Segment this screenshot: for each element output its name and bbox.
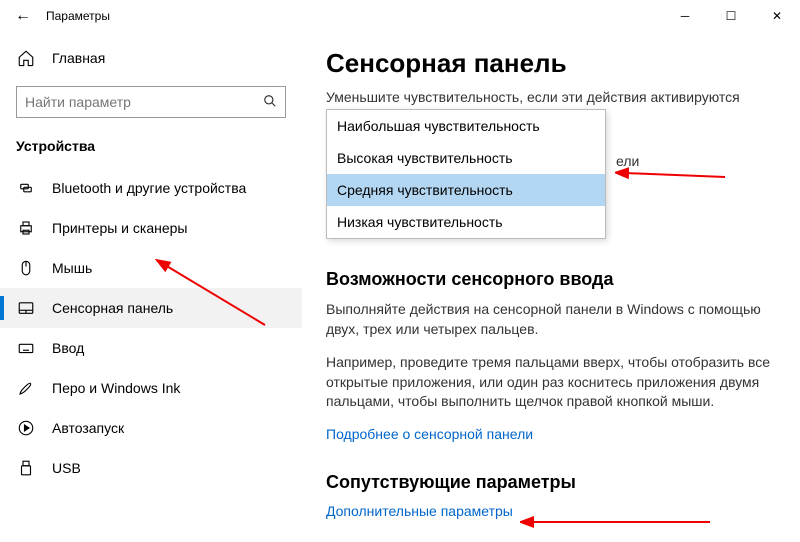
close-button[interactable]: ✕ bbox=[754, 0, 800, 32]
usb-icon bbox=[16, 459, 36, 477]
back-button[interactable]: ← bbox=[8, 7, 38, 25]
nav-typing[interactable]: Ввод bbox=[0, 328, 302, 368]
home-link[interactable]: Главная bbox=[0, 40, 302, 76]
sensitivity-desc: Уменьшите чувствительность, если эти дей… bbox=[326, 89, 780, 105]
nav-list: Bluetooth и другие устройства Принтеры и… bbox=[0, 168, 302, 542]
learn-more-link[interactable]: Подробнее о сенсорной панели bbox=[326, 426, 780, 442]
nav-label: Сенсорная панель bbox=[52, 300, 173, 316]
nav-label: USB bbox=[52, 460, 81, 476]
home-label: Главная bbox=[52, 50, 105, 66]
dropdown-option-selected[interactable]: Средняя чувствительность bbox=[327, 174, 605, 206]
nav-label: Мышь bbox=[52, 260, 92, 276]
section-heading-related: Сопутствующие параметры bbox=[326, 472, 780, 493]
printer-icon bbox=[16, 219, 36, 237]
sidebar: Главная Устройства Bluetooth и другие ус… bbox=[0, 32, 302, 542]
section-heading-gestures: Возможности сенсорного ввода bbox=[326, 269, 780, 290]
pen-icon bbox=[16, 379, 36, 397]
bluetooth-icon bbox=[16, 179, 36, 197]
window-title: Параметры bbox=[38, 9, 110, 23]
autoplay-icon bbox=[16, 419, 36, 437]
page-heading: Сенсорная панель bbox=[326, 48, 780, 79]
gestures-para1: Выполняйте действия на сенсорной панели … bbox=[326, 300, 780, 339]
search-input[interactable] bbox=[25, 94, 263, 110]
search-box[interactable] bbox=[16, 86, 286, 118]
dropdown-option[interactable]: Низкая чувствительность bbox=[327, 206, 605, 238]
home-icon bbox=[16, 49, 36, 67]
nav-autoplay[interactable]: Автозапуск bbox=[0, 408, 302, 448]
titlebar: ← Параметры ─ ☐ ✕ bbox=[0, 0, 800, 32]
minimize-button[interactable]: ─ bbox=[662, 0, 708, 32]
nav-label: Ввод bbox=[52, 340, 84, 356]
search-icon bbox=[263, 94, 277, 111]
mouse-icon bbox=[16, 259, 36, 277]
nav-label: Bluetooth и другие устройства bbox=[52, 180, 246, 196]
obscured-text: ели bbox=[616, 153, 639, 169]
nav-pen[interactable]: Перо и Windows Ink bbox=[0, 368, 302, 408]
content-area: Сенсорная панель Уменьшите чувствительно… bbox=[302, 32, 800, 542]
dropdown-option[interactable]: Высокая чувствительность bbox=[327, 142, 605, 174]
nav-mouse[interactable]: Мышь bbox=[0, 248, 302, 288]
nav-label: Перо и Windows Ink bbox=[52, 380, 180, 396]
nav-touchpad[interactable]: Сенсорная панель bbox=[0, 288, 302, 328]
additional-params-link[interactable]: Дополнительные параметры bbox=[326, 503, 780, 519]
nav-label: Автозапуск bbox=[52, 420, 124, 436]
nav-bluetooth[interactable]: Bluetooth и другие устройства bbox=[0, 168, 302, 208]
gestures-para2: Например, проведите тремя пальцами вверх… bbox=[326, 353, 780, 412]
keyboard-icon bbox=[16, 339, 36, 357]
nav-usb[interactable]: USB bbox=[0, 448, 302, 488]
maximize-button[interactable]: ☐ bbox=[708, 0, 754, 32]
dropdown-option[interactable]: Наибольшая чувствительность bbox=[327, 110, 605, 142]
category-heading: Устройства bbox=[0, 128, 302, 168]
sensitivity-dropdown[interactable]: Наибольшая чувствительность Высокая чувс… bbox=[326, 109, 606, 239]
touchpad-icon bbox=[16, 299, 36, 317]
nav-label: Принтеры и сканеры bbox=[52, 220, 187, 236]
nav-printers[interactable]: Принтеры и сканеры bbox=[0, 208, 302, 248]
